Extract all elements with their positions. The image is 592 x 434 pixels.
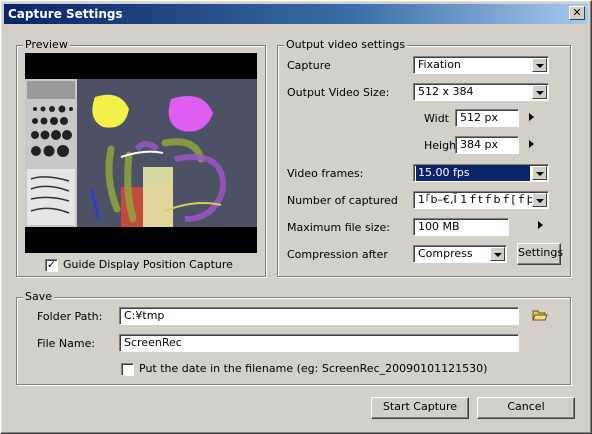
preview-image xyxy=(25,79,257,227)
num-captured-select-value: 1｢b–€‚Ĭ 1ｆtｆbｆ[ｆþ xyxy=(418,193,534,206)
folder-open-icon[interactable] xyxy=(532,308,548,322)
width-label: Widt xyxy=(424,112,449,125)
date-in-filename-checkbox[interactable] xyxy=(121,363,134,376)
video-frames-select-value: 15.00 fps xyxy=(416,165,530,181)
file-name-field[interactable]: ScreenRec xyxy=(119,334,519,352)
chevron-down-icon[interactable] xyxy=(490,247,505,261)
height-field[interactable]: 384 px xyxy=(455,136,519,154)
folder-path-field[interactable]: C:¥tmp xyxy=(119,307,519,325)
arrow-right-icon[interactable] xyxy=(529,113,534,121)
num-captured-select[interactable]: 1｢b–€‚Ĭ 1ｆtｆbｆ[ｆþ xyxy=(413,191,549,209)
guide-display-label: Guide Display Position Capture xyxy=(63,258,233,271)
preview-area xyxy=(25,53,257,253)
height-label: Heigh xyxy=(424,139,457,152)
video-frames-select[interactable]: 15.00 fps xyxy=(413,164,549,182)
capture-select-value: Fixation xyxy=(418,58,461,71)
guide-display-checkbox[interactable]: ✓ xyxy=(45,259,58,272)
arrow-right-icon[interactable] xyxy=(529,140,534,148)
chevron-down-icon[interactable] xyxy=(532,193,547,207)
date-in-filename-label: Put the date in the filename (eg: Screen… xyxy=(139,362,488,375)
file-name-label: File Name: xyxy=(37,337,96,350)
save-group-label: Save xyxy=(23,290,55,303)
output-settings-group-label: Output video settings xyxy=(284,38,408,51)
compression-label: Compression after xyxy=(287,248,388,261)
capture-select[interactable]: Fixation xyxy=(413,56,549,74)
capture-label: Capture xyxy=(287,59,331,72)
width-field[interactable]: 512 px xyxy=(455,109,519,127)
start-capture-button[interactable]: Start Capture xyxy=(371,397,469,419)
window-title: Capture Settings xyxy=(8,7,123,21)
preview-group-label: Preview xyxy=(23,38,70,51)
video-size-select-value: 512 x 384 xyxy=(418,85,474,98)
chevron-down-icon[interactable] xyxy=(532,166,547,180)
chevron-down-icon[interactable] xyxy=(532,85,547,99)
num-captured-label: Number of captured xyxy=(287,194,398,207)
max-file-size-field[interactable]: 100 MB xyxy=(413,218,509,236)
folder-path-label: Folder Path: xyxy=(37,310,103,323)
compression-select-value: Compress xyxy=(418,247,473,260)
capture-settings-window: Capture Settings ✕ Preview ✓ Guide Displ… xyxy=(0,0,592,434)
video-size-select[interactable]: 512 x 384 xyxy=(413,83,549,101)
close-button[interactable]: ✕ xyxy=(569,6,585,20)
compression-settings-button[interactable]: Settings xyxy=(517,243,563,265)
video-size-label: Output Video Size: xyxy=(287,86,390,99)
title-bar: Capture Settings ✕ xyxy=(4,4,588,24)
chevron-down-icon[interactable] xyxy=(532,58,547,72)
compression-select[interactable]: Compress xyxy=(413,245,507,263)
video-frames-label: Video frames: xyxy=(287,167,364,180)
cancel-button[interactable]: Cancel xyxy=(477,397,575,419)
arrow-right-icon[interactable] xyxy=(538,221,543,229)
max-file-size-label: Maximum file size: xyxy=(287,221,390,234)
